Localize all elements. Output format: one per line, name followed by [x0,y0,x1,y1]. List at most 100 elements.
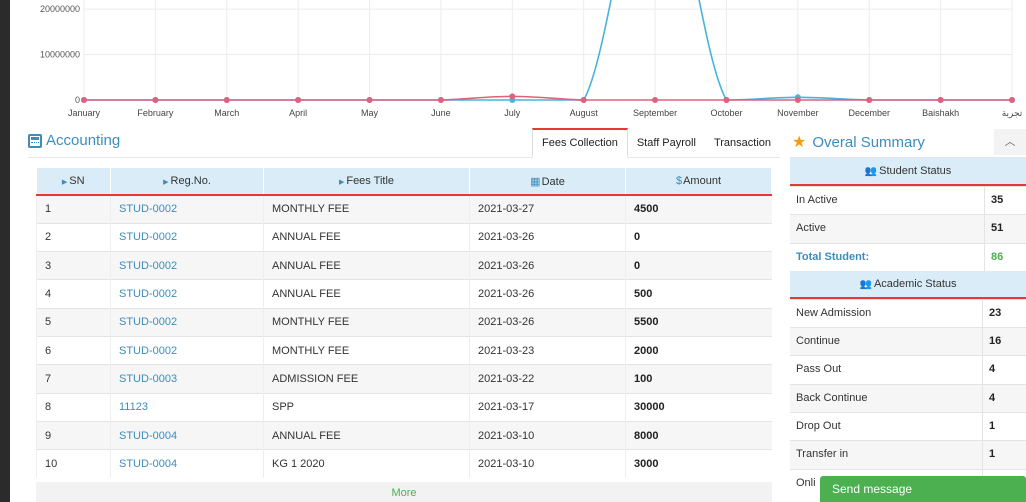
series-line [84,0,1012,101]
data-point [295,97,302,103]
col-regno[interactable]: ▶ Reg.No. [110,168,264,196]
data-point [580,97,587,103]
row-regno-link[interactable]: STUD-0002 [110,222,264,252]
more-link[interactable]: More [36,482,772,502]
summary-row-value: 4 [982,356,1026,384]
table-row: 8 11123 SPP 2021-03-17 30000 [36,392,772,422]
col-date[interactable]: ▦Date [469,168,626,196]
summary-row-label: New Admission [796,306,872,319]
summary-row: Total Student: 86 [790,242,1026,271]
summary-row-label: Active [796,222,826,235]
row-fees-title: ANNUAL FEE [263,251,470,280]
data-point [81,97,87,103]
table-row: 5 STUD-0002 MONTHLY FEE 2021-03-26 5500 [36,307,772,337]
row-date: 2021-03-26 [469,279,626,309]
users-icon: 👥 [859,278,872,290]
row-amount: 0 [625,222,772,252]
table-row: 4 STUD-0002 ANNUAL FEE 2021-03-26 500 [36,279,772,309]
collapse-button[interactable]: ︿ [994,129,1026,155]
student-status-rows: In Active 35 Active 51 Total Student: 86 [790,186,1026,271]
users-icon: 👥 [864,166,878,177]
row-fees-title: MONTHLY FEE [263,307,470,337]
row-sn: 2 [36,222,111,252]
row-date: 2021-03-10 [469,449,626,478]
summary-row: In Active 35 [790,186,1026,215]
data-point [794,97,801,103]
accounting-header: Accounting Fees Collection Staff Payroll… [28,128,780,158]
summary-row-value: 51 [984,215,1026,243]
row-regno-link[interactable]: STUD-0002 [110,307,264,337]
fees-table-body: 1 STUD-0002 MONTHLY FEE 2021-03-27 4500 2 STUD… [36,194,772,478]
row-fees-title: ADMISSION FEE [263,364,470,394]
table-header-row: ▶ SN ▶ Reg.No. ▶ Fees Title ▦Date $Amount [36,168,772,196]
row-regno-link[interactable]: STUD-0002 [110,279,264,309]
accounting-title-text: Accounting [46,132,121,149]
x-tick-label: Baishakh [922,108,959,118]
summary-row-label: Transfer in [796,448,849,461]
x-tick-label: March [214,108,239,118]
row-fees-title: ANNUAL FEE [263,222,470,252]
row-date: 2021-03-26 [469,222,626,252]
tab-fees-collection[interactable]: Fees Collection [532,128,628,158]
x-tick-label: تجربة [1002,108,1023,119]
col-fees-title[interactable]: ▶ Fees Title [263,168,470,196]
dollar-icon: $ [675,175,683,187]
row-regno-link[interactable]: 11123 [110,392,264,422]
row-date: 2021-03-26 [469,251,626,280]
summary-row-label: Back Continue [796,391,868,404]
row-regno-link[interactable]: STUD-0004 [110,449,264,478]
data-point [652,97,659,103]
row-sn: 7 [36,364,111,394]
summary-row-value: 16 [982,328,1026,356]
col-sn[interactable]: ▶ SN [36,168,111,196]
data-point [723,97,730,103]
y-tick-label: 10000000 [40,50,80,60]
table-row: 1 STUD-0002 MONTHLY FEE 2021-03-27 4500 [36,194,772,224]
row-regno-link[interactable]: STUD-0002 [110,251,264,280]
x-tick-label: December [848,108,890,118]
row-regno-link[interactable]: STUD-0004 [110,420,264,450]
row-sn: 9 [36,420,111,450]
row-regno-link[interactable]: STUD-0003 [110,364,264,394]
table-row: 3 STUD-0002 ANNUAL FEE 2021-03-26 0 [36,251,772,280]
table-row: 9 STUD-0004 ANNUAL FEE 2021-03-10 8000 [36,420,772,450]
x-tick-label: January [68,108,101,118]
caret-right-icon: ▶ [61,179,68,186]
row-sn: 5 [36,307,111,337]
caret-right-icon: ▶ [163,179,169,186]
row-date: 2021-03-17 [469,392,626,422]
send-message-button[interactable]: Send message [820,476,1026,502]
summary-row: Transfer in 1 [790,440,1026,469]
table-row: 10 STUD-0004 KG 1 2020 2021-03-10 3000 [36,449,772,478]
summary-row-label: Continue [796,335,841,348]
row-regno-link[interactable]: STUD-0002 [110,194,264,224]
tab-staff-payroll[interactable]: Staff Payroll [628,128,705,158]
summary-row-value: 86 [984,243,1026,271]
calendar-icon: ▦ [530,175,541,188]
x-tick-label: June [431,108,451,118]
row-sn: 10 [36,449,111,478]
star-icon: ★ [792,134,807,151]
row-regno-link[interactable]: STUD-0002 [110,335,264,365]
data-point [509,93,516,100]
x-tick-label: August [570,108,599,118]
summary-row: Back Continue 4 [790,383,1026,413]
data-point [937,97,944,103]
row-sn: 4 [36,279,111,309]
x-tick-label: May [361,108,379,118]
summary-row-label: Drop Out [796,420,841,433]
row-date: 2021-03-27 [469,194,626,224]
x-tick-label: September [633,108,677,118]
tab-transaction[interactable]: Transaction [705,128,780,158]
summary-title: ★ Overal Summary [792,132,925,152]
y-tick-label: 20000000 [40,4,80,14]
summary-row: Continue 16 [790,327,1026,356]
row-fees-title: ANNUAL FEE [263,420,470,450]
col-amount[interactable]: $Amount [625,168,772,196]
x-tick-label: April [289,108,307,118]
data-point [437,97,444,103]
row-fees-title: MONTHLY FEE [263,335,470,365]
row-amount: 4500 [625,194,772,224]
row-date: 2021-03-22 [469,364,626,394]
row-amount: 100 [625,364,772,394]
